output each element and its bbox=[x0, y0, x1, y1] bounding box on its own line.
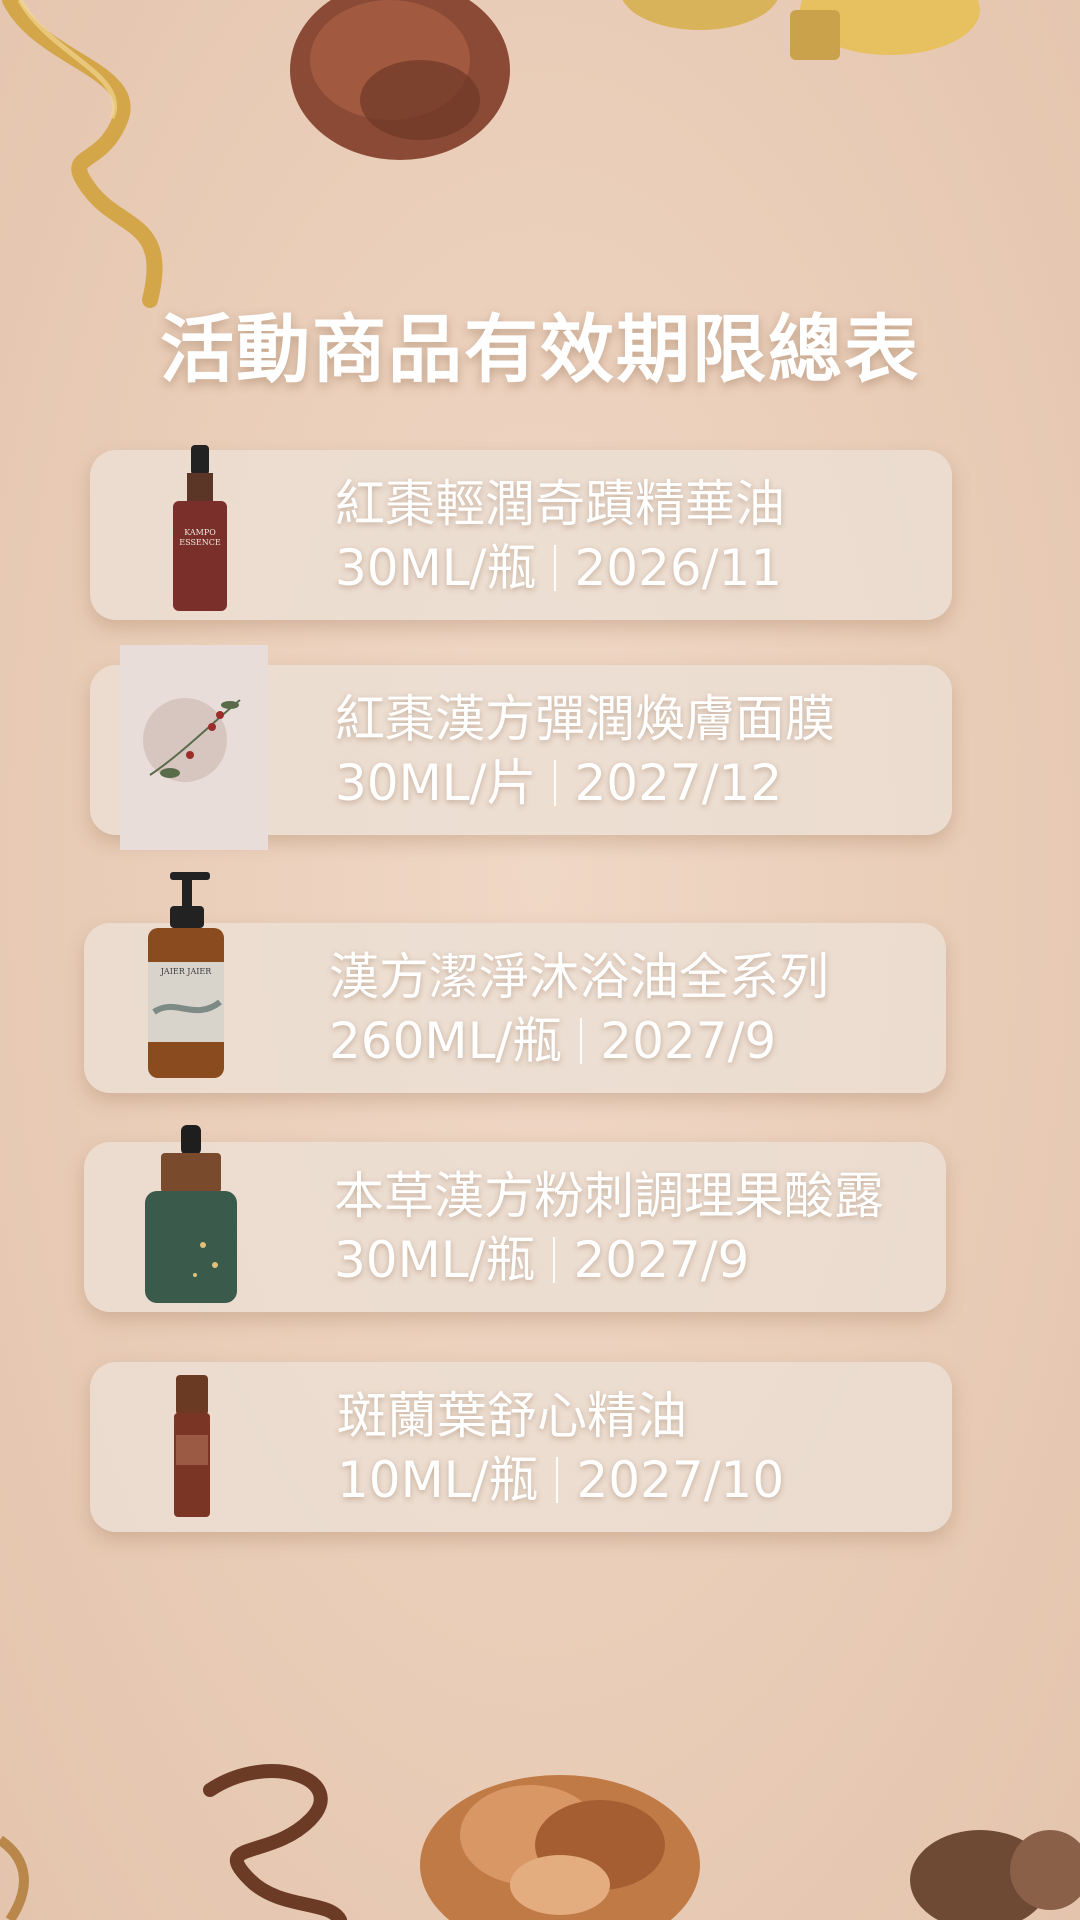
brown-ribbon-decoration bbox=[203, 1764, 347, 1920]
product-expiry: 2027/10 bbox=[576, 1451, 785, 1509]
product-name: 本草漢方粉刺調理果酸露 bbox=[334, 1167, 884, 1225]
product-spec: 30ML/瓶 bbox=[334, 1231, 536, 1289]
copper-bow-decoration bbox=[420, 1775, 700, 1920]
product-expiry: 2027/9 bbox=[573, 1231, 750, 1289]
bottle-label: JAIER JAIER bbox=[160, 967, 213, 976]
separator bbox=[580, 1018, 583, 1064]
product-expiry: 2027/12 bbox=[574, 754, 783, 812]
product-info: 紅棗輕潤奇蹟精華油 30ML/瓶 2026/11 bbox=[335, 472, 785, 600]
product-name: 紅棗輕潤奇蹟精華油 bbox=[335, 475, 785, 533]
product-card: 斑蘭葉舒心精油 10ML/瓶 2027/10 bbox=[90, 1362, 952, 1532]
page-title: 活動商品有效期限總表 bbox=[160, 307, 920, 393]
gold-ornament-decoration bbox=[622, 0, 980, 60]
product-info: 紅棗漢方彈潤煥膚面膜 30ML/片 2027/12 bbox=[335, 687, 835, 815]
product-expiry: 2026/11 bbox=[574, 539, 783, 597]
essential-oil-roller-image bbox=[174, 1375, 210, 1517]
product-expiry: 2027/9 bbox=[600, 1012, 777, 1070]
bottle-label: KAMPO bbox=[184, 528, 216, 537]
gold-ribbon-corner-decoration bbox=[0, 1835, 29, 1920]
separator bbox=[554, 545, 557, 591]
face-mask-package-image bbox=[120, 645, 268, 850]
pinecone-decoration bbox=[910, 1830, 1080, 1920]
gold-ribbon-decoration bbox=[2, 0, 163, 308]
fruit-acid-bottle-image bbox=[145, 1125, 237, 1303]
product-info: 斑蘭葉舒心精油 10ML/瓶 2027/10 bbox=[337, 1384, 784, 1512]
product-spec: 260ML/瓶 bbox=[329, 1012, 563, 1070]
product-name: 漢方潔淨沐浴油全系列 bbox=[329, 948, 829, 1006]
product-name: 斑蘭葉舒心精油 bbox=[337, 1387, 687, 1445]
product-info: 本草漢方粉刺調理果酸露 30ML/瓶 2027/9 bbox=[334, 1164, 884, 1292]
glitter-leaf-decoration bbox=[290, 0, 510, 160]
product-spec: 10ML/瓶 bbox=[337, 1451, 539, 1509]
bottle-label: ESSENCE bbox=[179, 538, 221, 547]
essence-oil-bottle-image: KAMPO ESSENCE bbox=[173, 445, 227, 611]
product-info: 漢方潔淨沐浴油全系列 260ML/瓶 2027/9 bbox=[329, 945, 829, 1073]
body-oil-bottle-image: JAIER JAIER bbox=[148, 872, 224, 1078]
product-spec: 30ML/片 bbox=[335, 754, 537, 812]
product-name: 紅棗漢方彈潤煥膚面膜 bbox=[335, 690, 835, 748]
product-spec: 30ML/瓶 bbox=[335, 539, 537, 597]
separator bbox=[553, 1237, 556, 1283]
separator bbox=[556, 1457, 559, 1503]
separator bbox=[554, 760, 557, 806]
